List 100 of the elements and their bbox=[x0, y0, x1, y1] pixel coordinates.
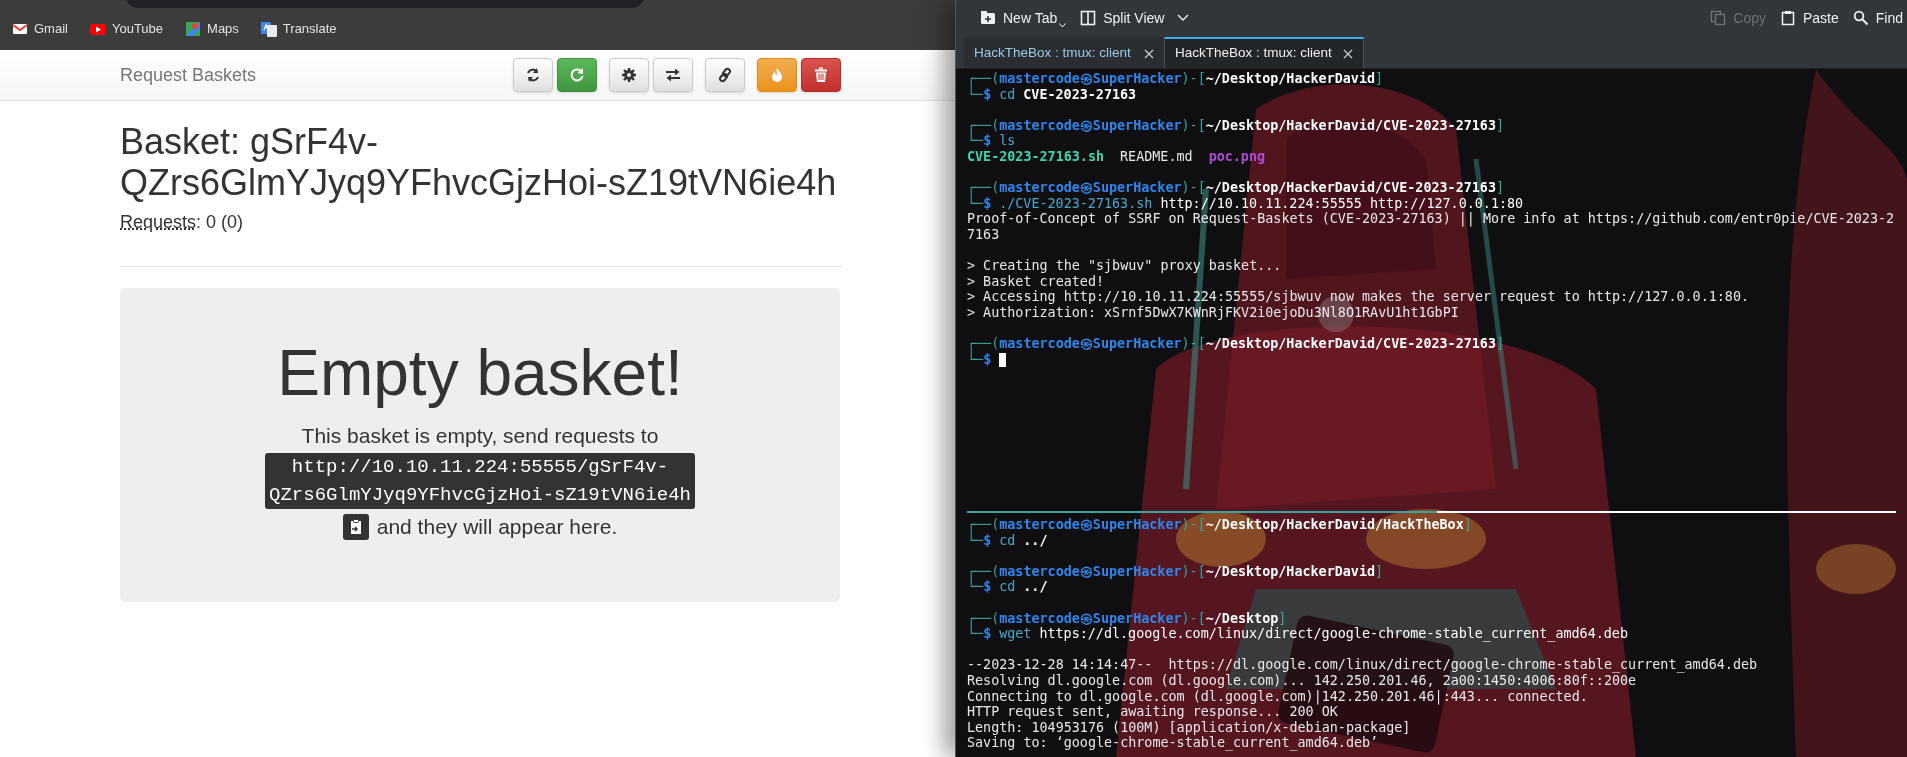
prompt-frame: )-[ bbox=[1181, 610, 1206, 627]
close-icon bbox=[1343, 48, 1353, 59]
file-name: CVE-2023-27163.sh bbox=[967, 148, 1105, 165]
output-line: HTTP request sent, awaiting response... 200 OK bbox=[967, 704, 1338, 720]
prompt-path: ~/Desktop/HackerDavid bbox=[1205, 71, 1376, 87]
swap-arrows-icon bbox=[665, 67, 681, 83]
terminal-tab[interactable]: HackTheBox : tmux: client bbox=[1164, 37, 1364, 68]
command-name: ls bbox=[999, 133, 1016, 149]
command-args: http://10.10.11.224:55555 http://127.0.0.1:80 bbox=[1160, 195, 1524, 212]
prompt-frame: ] bbox=[1278, 610, 1287, 627]
prompt-user: mastercode㉿SuperHacker bbox=[999, 71, 1182, 86]
settings-icon bbox=[621, 67, 637, 83]
prompt-frame: ┌──( bbox=[967, 117, 1000, 134]
prompt-path: ~/Desktop/HackerDavid/CVE-2023-27163 bbox=[1205, 180, 1496, 196]
brand-link[interactable]: Request Baskets bbox=[120, 61, 513, 89]
map-pin-icon bbox=[185, 21, 202, 37]
output-line: Connecting to dl.google.com (dl.google.com)|142.250.201.46|:443... connected. bbox=[967, 688, 1588, 705]
basket-url: http://10.10.11.224:55555/gSrF4v-QZrs6GlmYJyq9YFhvcGjzHoi-sZ19tVN6ie4h bbox=[265, 453, 695, 509]
prompt-frame: )-[ bbox=[1181, 517, 1206, 533]
terminal-tab[interactable]: HackTheBox : tmux: client bbox=[964, 37, 1164, 68]
prompt-path: ~/Desktop/HackerDavid bbox=[1205, 563, 1376, 580]
trash-icon bbox=[813, 67, 829, 83]
output-line: Proof-of-Concept of SSRF on Request-Baskets (CVE-2023-27163) || More info at https://github.com/entr0pie/CVE-2023-2 bbox=[967, 211, 1895, 227]
caret-icon bbox=[1059, 22, 1067, 28]
empty-message: This basket is empty, send requests to bbox=[301, 423, 659, 449]
command-name: cd bbox=[999, 86, 1016, 103]
prompt-sign: $ bbox=[983, 86, 992, 103]
output-line: > Authorization: xSrnf5DwX7KWnRjFKV2i0ejoDu3Nl8O1RAvU1ht1GbPI bbox=[967, 304, 1459, 321]
toolbar-button[interactable]: New Tab bbox=[1003, 7, 1058, 29]
prompt-path: ~/Desktop/HackerDavid/HackTheBox bbox=[1205, 517, 1464, 533]
prompt-user: mastercode㉿SuperHacker bbox=[999, 610, 1182, 626]
clipboard-icon bbox=[348, 518, 363, 535]
prompt-sign: $ bbox=[983, 351, 992, 368]
clipboard-icon bbox=[1779, 10, 1796, 26]
output-line: > Accessing http://10.10.11.224:55555/sjbwuv now makes the server request to http://127.0.0.1:80. bbox=[967, 289, 1749, 305]
empty-message: and they will appear here. bbox=[376, 514, 618, 540]
bookmark-link[interactable]: YouTube bbox=[111, 19, 164, 39]
prompt-frame: ┌──( bbox=[967, 517, 1000, 533]
prompt-frame: )-[ bbox=[1181, 71, 1206, 87]
toolbar-button[interactable] bbox=[801, 58, 841, 92]
refresh-icon bbox=[525, 67, 541, 83]
command-args: https://dl.google.com/linux/direct/google-chrome-stable_current_amd64.deb bbox=[1039, 626, 1628, 642]
prompt-frame: └─ bbox=[967, 86, 984, 103]
tab-label: HackTheBox : tmux: client bbox=[1175, 44, 1332, 63]
command-args: ../ bbox=[1023, 579, 1048, 595]
command-args: CVE-2023-27163 bbox=[1023, 86, 1137, 103]
flame-icon bbox=[769, 67, 785, 83]
prompt-frame: └─ bbox=[967, 626, 984, 642]
output-line: 7163 bbox=[967, 226, 1000, 243]
split-view-icon bbox=[1080, 10, 1097, 26]
envelope-icon bbox=[12, 21, 28, 37]
prompt-sign: $ bbox=[983, 195, 992, 212]
prompt-frame: )-[ bbox=[1181, 180, 1206, 196]
output-line: Length: 104953176 (100M) [application/x-debian-package] bbox=[967, 719, 1411, 736]
basket-title: Basket: gSrF4v-QZrs6GlmYJyq9YFhvcGjzHoi-sZ19tVN6ie4h bbox=[120, 121, 838, 203]
file-name: poc.png bbox=[1208, 148, 1266, 165]
prompt-path: ~/Desktop/HackerDavid/CVE-2023-27163 bbox=[1205, 117, 1496, 134]
prompt-frame: ] bbox=[1375, 563, 1384, 580]
prompt-frame: ] bbox=[1375, 71, 1384, 87]
prompt-frame: └─ bbox=[967, 133, 984, 149]
copy-icon bbox=[1710, 10, 1727, 26]
bookmark-link[interactable]: Gmail bbox=[34, 19, 68, 39]
prompt-frame: ┌──( bbox=[967, 71, 1000, 87]
prompt-frame: ┌──( bbox=[967, 336, 1000, 352]
requests-count: : 0 (0) bbox=[196, 211, 244, 234]
toolbar-button[interactable]: Find bbox=[1875, 7, 1903, 29]
prompt-sign: $ bbox=[983, 579, 992, 595]
prompt-frame: └─ bbox=[967, 532, 984, 549]
prompt-frame: )-[ bbox=[1181, 563, 1206, 580]
play-icon bbox=[89, 21, 106, 37]
prompt-frame: └─ bbox=[967, 195, 984, 212]
prompt-frame: ┌──( bbox=[967, 610, 1000, 627]
requests-label: Requests bbox=[120, 211, 197, 234]
toolbar-button[interactable]: Paste bbox=[1802, 7, 1839, 29]
translate-icon bbox=[260, 21, 277, 37]
bookmark-link[interactable]: Maps bbox=[207, 19, 239, 39]
search-icon bbox=[1852, 10, 1869, 26]
prompt-frame: ] bbox=[1496, 117, 1505, 134]
new-tab-icon bbox=[980, 10, 996, 26]
output-line: Saving to: ‘google-chrome-stable_current_amd64.deb’ bbox=[967, 735, 1379, 751]
prompt-frame: └─ bbox=[967, 351, 984, 368]
prompt-sign: $ bbox=[983, 626, 992, 642]
bookmark-link[interactable]: Translate bbox=[282, 19, 337, 39]
command-name: cd bbox=[999, 532, 1016, 549]
output-line: > Creating the "sjbwuv" proxy basket... bbox=[967, 258, 1282, 274]
file-name: README.md bbox=[1120, 148, 1193, 165]
prompt-user: mastercode㉿SuperHacker bbox=[999, 563, 1182, 579]
close-icon bbox=[1144, 48, 1154, 59]
toolbar-button: Copy bbox=[1733, 7, 1766, 29]
output-line: Resolving dl.google.com (dl.google.com)... 142.250.201.46, 2a00:1450:4006:80f::200e bbox=[967, 672, 1637, 689]
output-line: > Basket created! bbox=[967, 273, 1105, 290]
prompt-path: ~/Desktop/HackerDavid/CVE-2023-27163 bbox=[1205, 336, 1496, 352]
prompt-sign: $ bbox=[983, 532, 992, 549]
toolbar-button[interactable]: Split View bbox=[1103, 7, 1165, 29]
prompt-frame: ] bbox=[1463, 517, 1472, 533]
link-icon bbox=[717, 67, 733, 83]
copy-url-button[interactable] bbox=[342, 513, 369, 540]
prompt-frame: └─ bbox=[967, 579, 984, 595]
prompt-user: mastercode㉿SuperHacker bbox=[999, 336, 1182, 352]
prompt-user: mastercode㉿SuperHacker bbox=[999, 180, 1182, 196]
